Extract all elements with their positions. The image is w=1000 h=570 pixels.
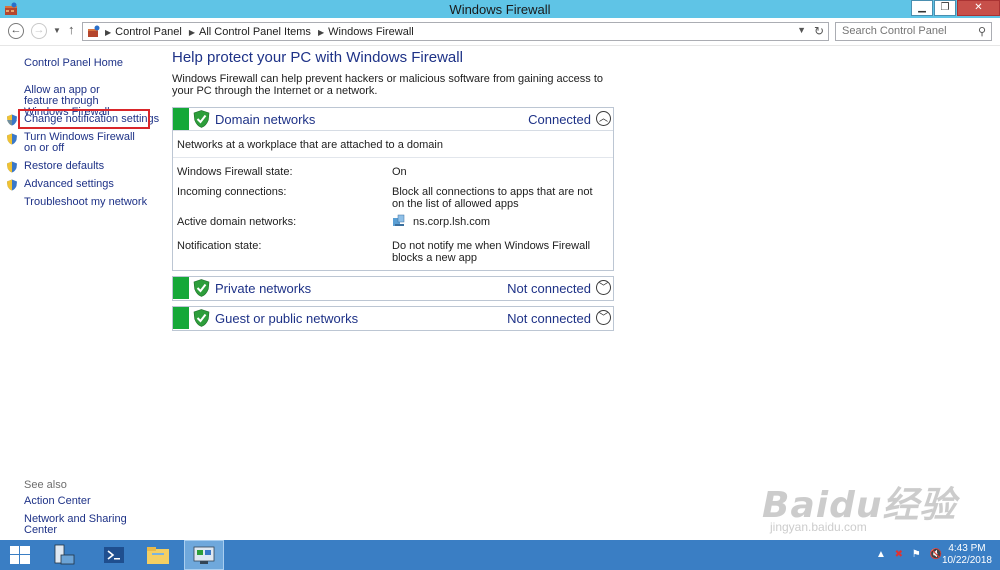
refresh-icon[interactable]: ↻	[814, 24, 824, 38]
active-domain-name: ns.corp.lsh.com	[413, 216, 491, 228]
detail-row: Incoming connections: Block all connecti…	[173, 186, 613, 216]
up-button[interactable]: ↑	[68, 22, 75, 37]
breadcrumb: ▶ Control Panel ▶ All Control Panel Items …	[105, 26, 418, 38]
detail-value: Do not notify me when Windows Firewall b…	[392, 240, 591, 264]
minimize-button[interactable]: ▁	[911, 0, 933, 16]
server-manager-icon	[54, 544, 75, 565]
detail-key: Incoming connections:	[177, 186, 287, 198]
forward-button[interactable]: →	[31, 23, 47, 39]
action-center-flag-icon[interactable]: ⚑	[912, 549, 921, 560]
see-also-heading: See also	[24, 479, 67, 491]
watermark-url: jingyan.baidu.com	[770, 520, 867, 534]
address-row: ← → ▼ ↑ ▶ Control Panel ▶ All Control Pane…	[0, 18, 1000, 46]
detail-value: Block all connections to apps that are n…	[392, 186, 593, 210]
breadcrumb-separator-icon[interactable]: ▶	[189, 28, 195, 37]
breadcrumb-windows-firewall[interactable]: Windows Firewall	[328, 26, 414, 38]
detail-value: On	[392, 166, 407, 178]
window-title: Windows Firewall	[449, 2, 551, 17]
network-status: Not connected	[507, 311, 591, 326]
status-bar-green	[173, 108, 189, 130]
detail-row: Windows Firewall state: On	[173, 166, 613, 186]
public-networks-header[interactable]: Guest or public networks Not connected ﹀	[173, 307, 613, 329]
folder-icon	[147, 547, 169, 564]
annotation-highlight-box	[18, 109, 150, 129]
uac-shield-icon	[7, 114, 17, 126]
title-bar: Windows Firewall ▁ ❐ ✕	[0, 0, 1000, 18]
public-networks-panel: Guest or public networks Not connected ﹀	[172, 306, 614, 331]
network-warning-icon[interactable]: ✖	[895, 549, 903, 560]
network-subtitle: Networks at a workplace that are attache…	[173, 131, 613, 158]
status-bar-green	[173, 307, 189, 329]
green-check-shield-icon	[193, 110, 210, 128]
chevron-up-icon[interactable]: ︿	[596, 111, 611, 126]
recent-pages-dropdown-icon[interactable]: ▼	[53, 26, 61, 35]
control-panel-taskbar-button[interactable]	[184, 540, 224, 570]
uac-shield-icon	[7, 161, 17, 173]
breadcrumb-all-items[interactable]: All Control Panel Items	[199, 26, 311, 38]
clock-time: 4:43 PM	[948, 543, 986, 554]
system-tray: ▲ ✖ ⚑ 🔇	[876, 549, 942, 560]
sidebar-link-action-center[interactable]: Action Center	[24, 496, 91, 507]
detail-key: Windows Firewall state:	[177, 166, 293, 178]
sidebar: Control Panel Home Allow an app or featu…	[0, 46, 160, 540]
domain-networks-header[interactable]: Domain networks Connected ︿	[173, 108, 613, 130]
detail-key: Notification state:	[177, 240, 262, 252]
network-name: Guest or public networks	[215, 311, 359, 326]
page-description: Windows Firewall can help prevent hacker…	[172, 73, 604, 97]
chevron-down-icon[interactable]: ﹀	[596, 280, 611, 295]
sidebar-link-network-sharing[interactable]: Network and Sharing Center	[24, 514, 160, 536]
domain-networks-panel: Domain networks Connected ︿ Networks at …	[172, 107, 614, 271]
sidebar-link-turn-on-off[interactable]: Turn Windows Firewall on or off	[24, 132, 149, 154]
uac-shield-icon	[7, 133, 17, 145]
network-name: Domain networks	[215, 112, 316, 127]
breadcrumb-control-panel[interactable]: Control Panel	[115, 26, 182, 38]
address-history-dropdown-icon[interactable]: ▼	[797, 25, 806, 35]
breadcrumb-separator-icon[interactable]: ▶	[318, 28, 324, 37]
sidebar-link-advanced-settings[interactable]: Advanced settings	[24, 179, 114, 190]
green-check-shield-icon	[193, 309, 210, 327]
search-box[interactable]: ⚲	[835, 22, 992, 41]
chevron-down-icon[interactable]: ﹀	[596, 310, 611, 325]
breadcrumb-separator-icon[interactable]: ▶	[105, 28, 111, 37]
search-input[interactable]	[836, 23, 966, 39]
close-button[interactable]: ✕	[957, 0, 1000, 16]
control-panel-icon	[193, 546, 215, 564]
show-hidden-icons-icon[interactable]: ▲	[876, 549, 886, 560]
start-button[interactable]	[0, 540, 40, 570]
network-name: Private networks	[215, 281, 312, 296]
restore-button[interactable]: ❐	[934, 0, 956, 16]
taskbar-clock[interactable]: 4:43 PM 10/22/2018	[942, 543, 992, 567]
uac-shield-icon	[7, 179, 17, 191]
baidu-watermark: Baidu经验 jingyan.baidu.com	[762, 462, 982, 542]
sidebar-link-troubleshoot[interactable]: Troubleshoot my network	[24, 197, 147, 208]
taskbar: ▲ ✖ ⚑ 🔇 4:43 PM 10/22/2018	[0, 540, 1000, 570]
domain-networks-details: Networks at a workplace that are attache…	[173, 130, 613, 270]
private-networks-header[interactable]: Private networks Not connected ﹀	[173, 277, 613, 299]
address-bar[interactable]: ▶ Control Panel ▶ All Control Panel Items …	[82, 22, 829, 41]
file-explorer-taskbar-button[interactable]	[138, 540, 178, 570]
server-manager-taskbar-button[interactable]	[44, 540, 84, 570]
powershell-icon	[104, 547, 124, 563]
green-check-shield-icon	[193, 279, 210, 297]
detail-row: Notification state: Do not notify me whe…	[173, 240, 613, 270]
windows-logo-icon	[10, 546, 30, 564]
sidebar-link-restore-defaults[interactable]: Restore defaults	[24, 161, 104, 172]
search-icon[interactable]: ⚲	[978, 25, 986, 38]
control-panel-icon	[88, 25, 100, 37]
clock-date: 10/22/2018	[941, 555, 992, 566]
volume-muted-icon[interactable]: 🔇	[930, 549, 942, 560]
powershell-taskbar-button[interactable]	[94, 540, 134, 570]
network-status: Connected	[528, 112, 591, 127]
domain-network-icon	[393, 214, 405, 226]
sidebar-link-home[interactable]: Control Panel Home	[24, 58, 123, 69]
page-title: Help protect your PC with Windows Firewa…	[172, 49, 463, 66]
detail-row: Active domain networks: ns.corp.lsh.com	[173, 214, 613, 240]
back-button[interactable]: ←	[8, 23, 24, 39]
detail-key: Active domain networks:	[177, 216, 297, 228]
network-status: Not connected	[507, 281, 591, 296]
private-networks-panel: Private networks Not connected ﹀	[172, 276, 614, 301]
status-bar-green	[173, 277, 189, 299]
